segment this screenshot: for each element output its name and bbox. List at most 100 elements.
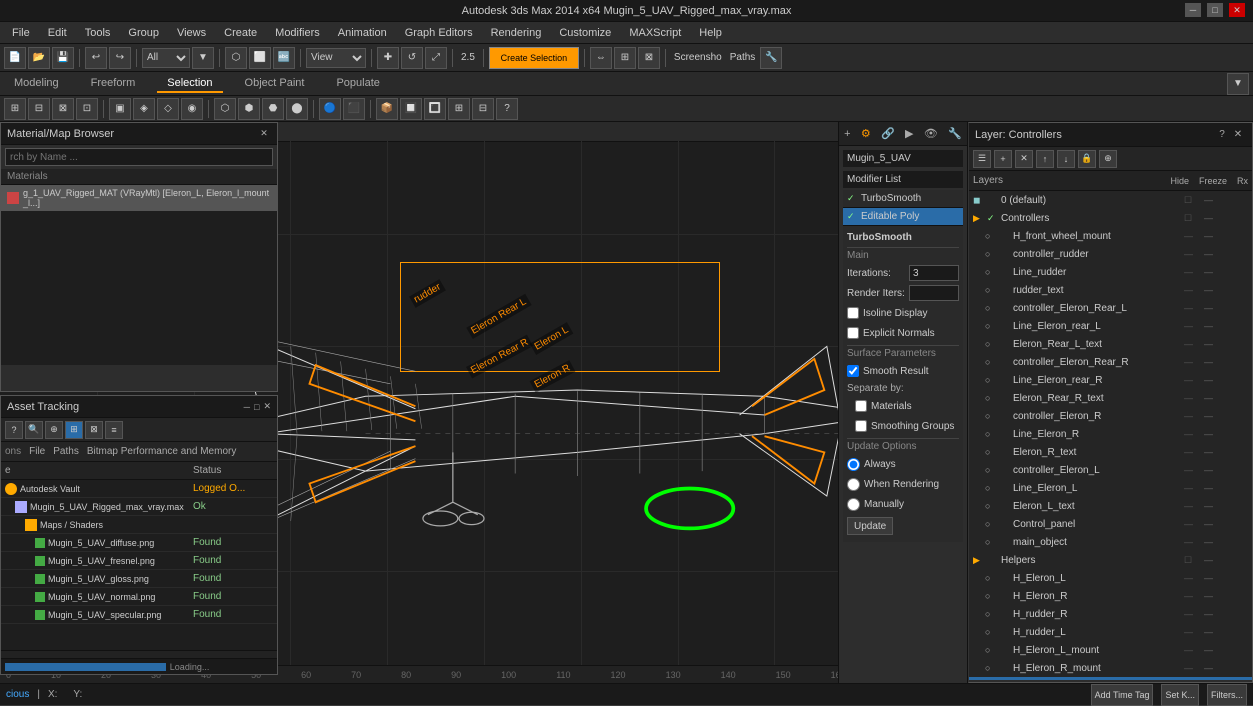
asset-menu-bitmap[interactable]: Bitmap Performance and Memory (87, 446, 237, 457)
ts-manually-radio[interactable] (847, 498, 860, 511)
tab-populate[interactable]: Populate (326, 75, 389, 93)
asset-item-4[interactable]: Mugin_5_UAV_fresnel.pngFound (1, 552, 277, 570)
ts-smooth-result-checkbox[interactable] (847, 365, 859, 377)
layer-item-8[interactable]: ○Eleron_Rear_L_text—— (969, 335, 1252, 353)
layer-checkbox-icon[interactable]: — (1184, 663, 1204, 674)
layer-checkbox-icon[interactable]: — (1184, 285, 1204, 296)
asset-scrollbar[interactable] (1, 650, 277, 658)
layer-checkbox-icon[interactable]: ☐ (1184, 555, 1204, 566)
asset-menu-paths[interactable]: Paths (53, 446, 79, 457)
align-btn[interactable]: ⊞ (614, 47, 636, 69)
layer-item-23[interactable]: ○H_rudder_R—— (969, 605, 1252, 623)
layer-checkbox-icon[interactable]: — (1184, 411, 1204, 422)
layers-up-btn[interactable]: ↑ (1036, 150, 1054, 168)
ts-smoothing-checkbox[interactable] (855, 420, 867, 432)
scale-btn[interactable]: ⤢ (425, 47, 447, 69)
asset-item-0[interactable]: Autodesk VaultLogged O... (1, 480, 277, 498)
layer-item-12[interactable]: ○controller_Eleron_R—— (969, 407, 1252, 425)
sub-btn10[interactable]: ⬢ (238, 98, 260, 120)
menu-create[interactable]: Create (216, 25, 265, 41)
select-type-dropdown[interactable]: All None Invert (142, 48, 190, 68)
layer-checkbox-icon[interactable]: — (1184, 249, 1204, 260)
select-object-btn[interactable]: ⬡ (225, 47, 247, 69)
panel-icon-create[interactable]: + (844, 128, 850, 140)
sub-btn16[interactable]: 🔲 (400, 98, 422, 120)
layer-item-18[interactable]: ○Control_panel—— (969, 515, 1252, 533)
ts-always-radio[interactable] (847, 458, 860, 471)
layer-item-7[interactable]: ○Line_Eleron_rear_L—— (969, 317, 1252, 335)
create-selection-btn[interactable]: Create Selection (489, 47, 579, 69)
open-btn[interactable]: 📂 (28, 47, 50, 69)
asset-tb-btn3[interactable]: ⊕ (45, 421, 63, 439)
panel-icon-utilities[interactable]: 🔧 (948, 127, 962, 140)
layer-item-11[interactable]: ○Eleron_Rear_R_text—— (969, 389, 1252, 407)
tab-freeform[interactable]: Freeform (81, 75, 146, 93)
layer-item-2[interactable]: ○H_front_wheel_mount—— (969, 227, 1252, 245)
asset-item-6[interactable]: Mugin_5_UAV_normal.pngFound (1, 588, 277, 606)
layer-item-6[interactable]: ○controller_Eleron_Rear_L—— (969, 299, 1252, 317)
add-time-tag-btn[interactable]: Add Time Tag (1091, 684, 1154, 706)
menu-views[interactable]: Views (169, 25, 214, 41)
layer-checkbox-icon[interactable]: — (1184, 645, 1204, 656)
layer-checkbox-icon[interactable]: — (1184, 339, 1204, 350)
view-mode-dropdown[interactable]: View Local World (306, 48, 366, 68)
asset-tb-btn2[interactable]: 🔍 (25, 421, 43, 439)
layer-item-16[interactable]: ○Line_Eleron_L—— (969, 479, 1252, 497)
sub-btn18[interactable]: ⊞ (448, 98, 470, 120)
menu-file[interactable]: File (4, 25, 38, 41)
asset-minimize-btn[interactable]: ─ (244, 402, 250, 412)
sub-btn9[interactable]: ⬡ (214, 98, 236, 120)
layers-delete-btn[interactable]: ✕ (1015, 150, 1033, 168)
mirror-btn[interactable]: ⇔ (590, 47, 612, 69)
ts-update-btn[interactable]: Update (847, 517, 893, 535)
layer-checkbox-icon[interactable]: — (1184, 519, 1204, 530)
sub-btn6[interactable]: ◈ (133, 98, 155, 120)
mat-item-uav[interactable]: g_1_UAV_Rigged_MAT (VRayMtl) [Eleron_L, … (1, 185, 277, 211)
ts-isoline-checkbox[interactable] (847, 307, 859, 319)
layer-checkbox-icon[interactable]: ☐ (1184, 195, 1204, 206)
layer-checkbox-icon[interactable]: — (1184, 501, 1204, 512)
asset-expand-btn[interactable]: □ (254, 402, 259, 412)
layer-checkbox-icon[interactable]: — (1184, 303, 1204, 314)
sub-btn11[interactable]: ⬣ (262, 98, 284, 120)
asset-tb-btn6[interactable]: ≡ (105, 421, 123, 439)
asset-menu-file[interactable]: ons (5, 446, 21, 457)
layer-item-4[interactable]: ○Line_rudder—— (969, 263, 1252, 281)
layer-checkbox-icon[interactable]: — (1184, 627, 1204, 638)
menu-group[interactable]: Group (120, 25, 167, 41)
modifier-item-editable-poly[interactable]: ✓ Editable Poly (843, 208, 963, 226)
layer-checkbox-icon[interactable]: — (1184, 465, 1204, 476)
layers-menu-btn[interactable]: ☰ (973, 150, 991, 168)
sub-btn13[interactable]: 🔵 (319, 98, 341, 120)
layer-item-25[interactable]: ○H_Eleron_L_mount—— (969, 641, 1252, 659)
layer-checkbox-icon[interactable]: — (1184, 609, 1204, 620)
layer-checkbox-icon[interactable]: — (1184, 393, 1204, 404)
asset-item-7[interactable]: Mugin_5_UAV_specular.pngFound (1, 606, 277, 624)
mat-browser-close-btn[interactable]: ✕ (257, 127, 271, 141)
layers-add-selection-btn[interactable]: ⊕ (1099, 150, 1117, 168)
layer-item-10[interactable]: ○Line_Eleron_rear_R—— (969, 371, 1252, 389)
layer-item-19[interactable]: ○main_object—— (969, 533, 1252, 551)
set-key-btn[interactable]: Set K... (1161, 684, 1199, 706)
new-btn[interactable]: 📄 (4, 47, 26, 69)
rotate-btn[interactable]: ↺ (401, 47, 423, 69)
sub-btn14[interactable]: ⬛ (343, 98, 365, 120)
layer-checkbox-icon[interactable]: — (1184, 591, 1204, 602)
layer-checkbox-icon[interactable]: — (1184, 447, 1204, 458)
layer-item-15[interactable]: ○controller_Eleron_L—— (969, 461, 1252, 479)
layers-close-btn[interactable]: ✕ (1230, 127, 1246, 143)
layers-lock-btn[interactable]: 🔒 (1078, 150, 1096, 168)
filters-btn[interactable]: Filters... (1207, 684, 1247, 706)
panel-icon-modify[interactable]: ⚙ (861, 127, 871, 140)
layer-checkbox-icon[interactable]: — (1184, 231, 1204, 242)
layer-item-9[interactable]: ○controller_Eleron_Rear_R—— (969, 353, 1252, 371)
select-filter-btn[interactable]: ▼ (192, 47, 214, 69)
tab-modeling[interactable]: Modeling (4, 75, 69, 93)
move-btn[interactable]: ✚ (377, 47, 399, 69)
maximize-btn[interactable]: □ (1207, 3, 1223, 17)
asset-tb-btn4[interactable]: ⊞ (65, 421, 83, 439)
more-tools-btn[interactable]: 🔧 (760, 47, 782, 69)
layer-checkbox-icon[interactable]: — (1184, 573, 1204, 584)
layer-checkbox-icon[interactable]: — (1184, 267, 1204, 278)
layer-checkbox-icon[interactable]: — (1184, 321, 1204, 332)
